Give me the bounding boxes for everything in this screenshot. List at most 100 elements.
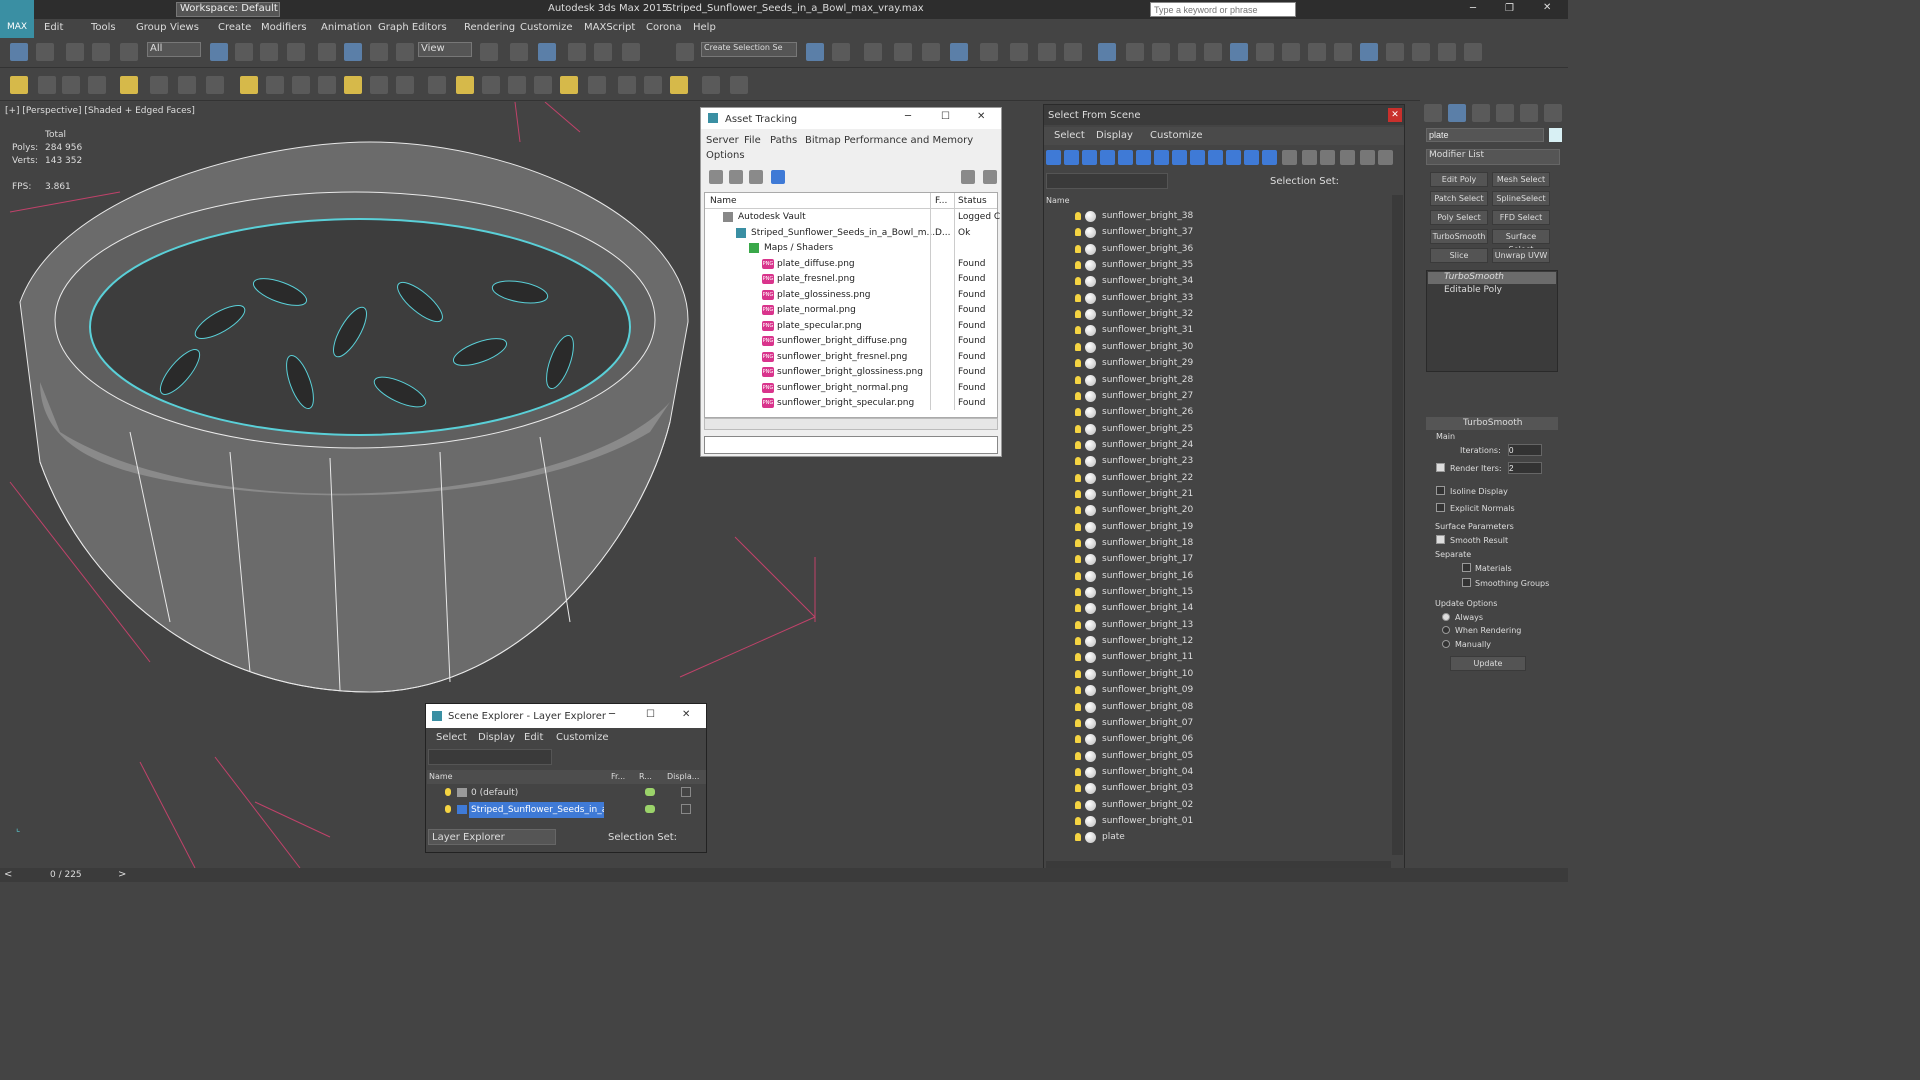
stack-editable-poly[interactable]: Editable Poly xyxy=(1428,285,1556,297)
minimize-icon[interactable]: ─ xyxy=(1470,3,1476,14)
light-bulb-icon[interactable] xyxy=(1075,293,1081,302)
toolbar-create-icon[interactable] xyxy=(38,76,56,94)
toolbar-tool-icon[interactable] xyxy=(568,43,586,61)
sfs-filter-icon[interactable] xyxy=(1190,150,1205,165)
toolbar-tool-icon[interactable] xyxy=(1230,43,1248,61)
maximize-icon[interactable]: ☐ xyxy=(941,111,950,122)
light-bulb-icon[interactable] xyxy=(1075,261,1081,270)
light-bulb-icon[interactable] xyxy=(1075,620,1081,629)
sfs-object-row[interactable]: sunflower_bright_19 xyxy=(1044,520,1389,536)
asset-toolbar-icon[interactable] xyxy=(749,170,763,184)
modifier-poly-select-button[interactable]: Poly Select xyxy=(1430,210,1488,225)
layer-bulb-icon[interactable] xyxy=(445,788,451,796)
time-slider[interactable]: < 0 / 225 > xyxy=(0,868,1568,882)
light-bulb-icon[interactable] xyxy=(1075,506,1081,515)
menu-modifiers[interactable]: Modifiers xyxy=(261,22,307,33)
modifier-ffd-select-button[interactable]: FFD Select xyxy=(1492,210,1550,225)
sfs-object-row[interactable]: sunflower_bright_21 xyxy=(1044,487,1389,503)
light-bulb-icon[interactable] xyxy=(1075,326,1081,335)
object-color-swatch[interactable] xyxy=(1549,128,1562,142)
menu-maxscript[interactable]: MAXScript xyxy=(584,22,635,33)
toolbar-create-icon[interactable] xyxy=(120,76,138,94)
sfs-filter-icon[interactable] xyxy=(1046,150,1061,165)
se-menu-display[interactable]: Display xyxy=(478,732,515,743)
time-slider-next-icon[interactable]: > xyxy=(118,869,126,880)
toolbar-tool-icon[interactable] xyxy=(370,43,388,61)
toolbar-tool-icon[interactable] xyxy=(260,43,278,61)
create-tab-icon[interactable] xyxy=(1424,104,1442,122)
light-bulb-icon[interactable] xyxy=(1075,457,1081,466)
toolbar-create-icon[interactable] xyxy=(10,76,28,94)
toolbar-tool-icon[interactable] xyxy=(10,43,28,61)
render-iters-checkbox[interactable] xyxy=(1436,463,1445,472)
reference-coord-select[interactable]: View xyxy=(418,42,472,57)
sfs-object-row[interactable]: sunflower_bright_28 xyxy=(1044,373,1389,389)
close-icon[interactable]: ✕ xyxy=(1388,108,1402,122)
toolbar-create-icon[interactable] xyxy=(730,76,748,94)
utilities-tab-icon[interactable] xyxy=(1544,104,1562,122)
sfs-filter-icon[interactable] xyxy=(1208,150,1223,165)
sfs-search-input[interactable] xyxy=(1046,173,1168,189)
light-bulb-icon[interactable] xyxy=(1075,833,1081,842)
light-bulb-icon[interactable] xyxy=(1075,440,1081,449)
toolbar-tool-icon[interactable] xyxy=(120,43,138,61)
toolbar-tool-icon[interactable] xyxy=(980,43,998,61)
toolbar-tool-icon[interactable] xyxy=(1064,43,1082,61)
toolbar-create-icon[interactable] xyxy=(318,76,336,94)
toolbar-create-icon[interactable] xyxy=(240,76,258,94)
toolbar-tool-icon[interactable] xyxy=(1360,43,1378,61)
materials-checkbox[interactable] xyxy=(1462,563,1471,572)
light-bulb-icon[interactable] xyxy=(1075,735,1081,744)
toolbar-create-icon[interactable] xyxy=(644,76,662,94)
toolbar-tool-icon[interactable] xyxy=(1038,43,1056,61)
toolbar-tool-icon[interactable] xyxy=(396,43,414,61)
light-bulb-icon[interactable] xyxy=(1075,408,1081,417)
toolbar-tool-icon[interactable] xyxy=(1152,43,1170,61)
sfs-object-row[interactable]: sunflower_bright_33 xyxy=(1044,291,1389,307)
teapot-icon[interactable] xyxy=(645,805,655,813)
asset-toolbar-icon[interactable] xyxy=(729,170,743,184)
teapot-icon[interactable] xyxy=(645,788,655,796)
modifier-surface-select-button[interactable]: Surface Select xyxy=(1492,229,1550,254)
toolbar-tool-icon[interactable] xyxy=(594,43,612,61)
se-col-freeze[interactable]: Fr... xyxy=(611,772,625,781)
toolbar-tool-icon[interactable] xyxy=(344,43,362,61)
modifier-turbosmooth-button[interactable]: TurboSmooth xyxy=(1430,229,1488,244)
light-bulb-icon[interactable] xyxy=(1075,473,1081,482)
sfs-filter-icon[interactable] xyxy=(1172,150,1187,165)
toolbar-create-icon[interactable] xyxy=(670,76,688,94)
toolbar-create-icon[interactable] xyxy=(560,76,578,94)
sfs-col-name[interactable]: Name xyxy=(1046,196,1070,205)
toolbar-tool-icon[interactable] xyxy=(1464,43,1482,61)
sfs-filter-icon[interactable] xyxy=(1282,150,1297,165)
sfs-object-row[interactable]: sunflower_bright_32 xyxy=(1044,307,1389,323)
sfs-object-row[interactable]: sunflower_bright_04 xyxy=(1044,765,1389,781)
sfs-menu-select[interactable]: Select xyxy=(1054,130,1085,141)
sfs-object-row[interactable]: sunflower_bright_18 xyxy=(1044,536,1389,552)
light-bulb-icon[interactable] xyxy=(1075,555,1081,564)
sfs-filter-icon[interactable] xyxy=(1378,150,1393,165)
light-bulb-icon[interactable] xyxy=(1075,816,1081,825)
sfs-object-row[interactable]: sunflower_bright_14 xyxy=(1044,601,1389,617)
toolbar-tool-icon[interactable] xyxy=(1126,43,1144,61)
toolbar-create-icon[interactable] xyxy=(62,76,80,94)
toolbar-create-icon[interactable] xyxy=(292,76,310,94)
modifier-mesh-select-button[interactable]: Mesh Select xyxy=(1492,172,1550,187)
toolbar-tool-icon[interactable] xyxy=(922,43,940,61)
toolbar-tool-icon[interactable] xyxy=(950,43,968,61)
toolbar-tool-icon[interactable] xyxy=(1282,43,1300,61)
sfs-filter-icon[interactable] xyxy=(1100,150,1115,165)
asset-tracking-window[interactable]: Asset Tracking ─ ☐ ✕ Server File Paths Bitm… xyxy=(700,107,1002,457)
toolbar-tool-icon[interactable] xyxy=(1386,43,1404,61)
time-slider-prev-icon[interactable]: < xyxy=(4,869,12,880)
layer-bulb-icon[interactable] xyxy=(445,805,451,813)
at-menu-paths[interactable]: Paths xyxy=(770,135,797,146)
light-bulb-icon[interactable] xyxy=(1075,718,1081,727)
sfs-object-row[interactable]: sunflower_bright_05 xyxy=(1044,749,1389,765)
hierarchy-tab-icon[interactable] xyxy=(1472,104,1490,122)
menu-create[interactable]: Create xyxy=(218,22,251,33)
toolbar-tool-icon[interactable] xyxy=(235,43,253,61)
filter-select[interactable]: All xyxy=(147,42,201,57)
sfs-object-row[interactable]: sunflower_bright_35 xyxy=(1044,258,1389,274)
light-bulb-icon[interactable] xyxy=(1075,767,1081,776)
